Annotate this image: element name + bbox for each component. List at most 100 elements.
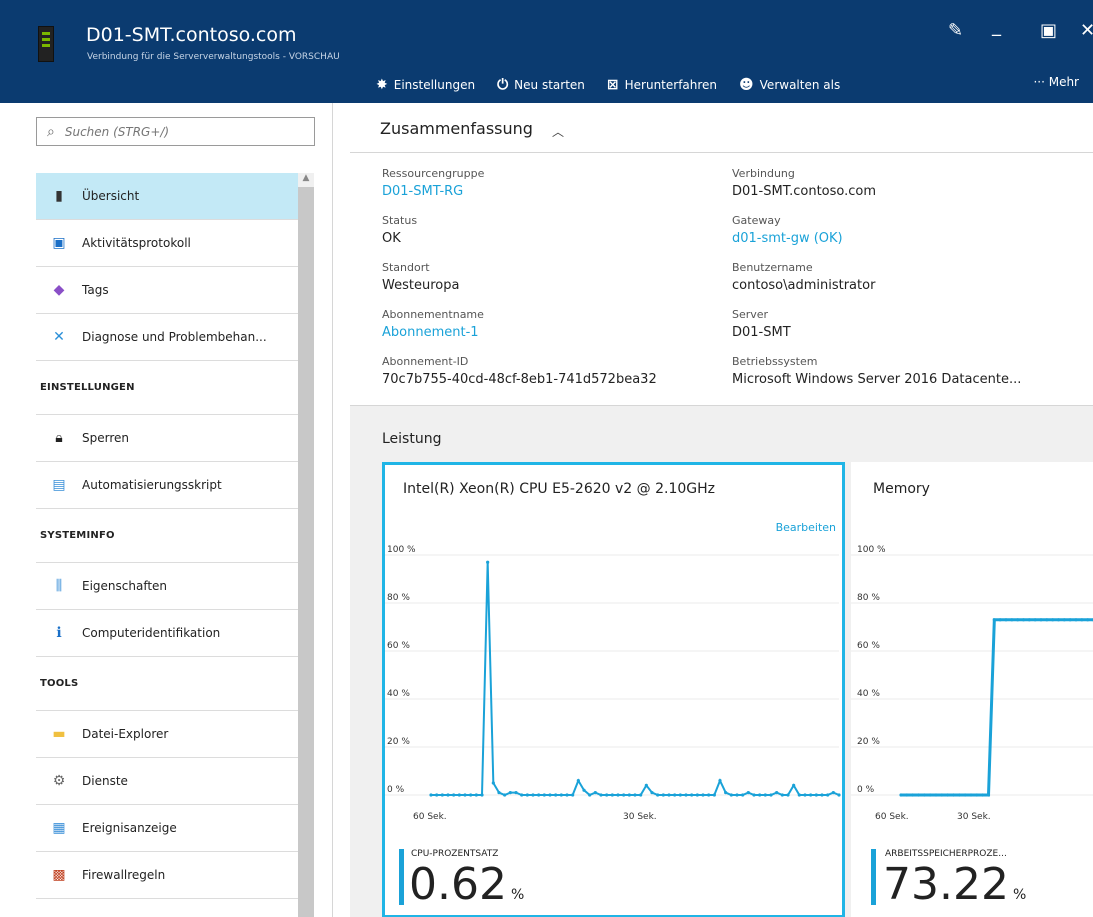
- sidebar-item-ereignisanzeige[interactable]: ▦ Ereignisanzeige: [36, 805, 314, 852]
- data-point: [820, 793, 824, 797]
- memory-tile[interactable]: Memory 100 % 80 % 60 % 40 % 20 % 0 % 60 Sek. 30…: [851, 462, 1093, 917]
- cpu-chart: 100 % 80 % 60 % 40 % 20 % 0 % 60 Sek. 30 Sek.: [385, 545, 841, 822]
- gear-icon: ✸: [376, 77, 388, 93]
- data-point: [582, 788, 586, 792]
- maximize-icon[interactable]: ▣: [1040, 20, 1057, 41]
- data-point: [718, 779, 722, 783]
- property-label: Gateway: [732, 214, 781, 227]
- data-point: [463, 793, 467, 797]
- sidebar-item-firewallregeln[interactable]: ▩ Firewallregeln: [36, 852, 314, 899]
- folder-icon: ▬: [52, 726, 66, 742]
- edit-link[interactable]: Bearbeiten: [776, 521, 836, 534]
- summary-header[interactable]: Zusammenfassung ︿: [350, 103, 1093, 153]
- property-value: D01-SMT.contoso.com: [732, 184, 877, 199]
- scroll-up-icon[interactable]: ▲: [298, 173, 314, 187]
- data-point: [446, 793, 450, 797]
- menu-scrollbar[interactable]: [298, 173, 314, 917]
- data-point: [735, 793, 739, 797]
- data-point: [667, 793, 671, 797]
- sidebar-item-label: Automatisierungsskript: [82, 478, 222, 492]
- sidebar-item-übersicht[interactable]: ▮ Übersicht: [36, 173, 314, 220]
- sidebar-item-label: Aktivitätsprotokoll: [82, 236, 191, 250]
- data-point: [542, 793, 546, 797]
- data-point: [981, 793, 985, 797]
- property-link[interactable]: d01-smt-gw (OK): [732, 231, 843, 246]
- data-point: [1016, 618, 1020, 622]
- main-content: Zusammenfassung ︿ Ressourcengruppe D01-SM…: [350, 103, 1093, 917]
- einstellungen-button[interactable]: ✸ Einstellungen: [376, 77, 475, 93]
- data-point: [695, 793, 699, 797]
- data-point: [928, 793, 932, 797]
- sidebar-item-label: Sperren: [82, 431, 129, 445]
- neu-starten-button[interactable]: ⏻ Neu starten: [497, 77, 585, 93]
- memory-chart: 100 % 80 % 60 % 40 % 20 % 0 % 60 Sek. 30 Sek.: [851, 545, 1093, 822]
- minimize-icon[interactable]: _: [992, 16, 1001, 37]
- property-link[interactable]: Abonnement-1: [382, 325, 479, 340]
- property-link[interactable]: D01-SMT-RG: [382, 184, 463, 199]
- search-input[interactable]: [64, 124, 295, 139]
- data-point: [911, 793, 915, 797]
- property-label: Benutzername: [732, 261, 813, 274]
- sidebar-item-label: Datei-Explorer: [82, 727, 169, 741]
- sidebar-item-diagnose-und-problembehan[interactable]: ✕ Diagnose und Problembehan...: [36, 314, 314, 361]
- data-point: [684, 793, 688, 797]
- y-tick-label: 60 %: [857, 641, 880, 651]
- data-point: [605, 793, 609, 797]
- data-point: [905, 793, 909, 797]
- data-point: [1039, 618, 1043, 622]
- data-point: [940, 793, 944, 797]
- chevron-up-icon[interactable]: ︿: [552, 123, 564, 140]
- data-point: [1045, 618, 1049, 622]
- cpu-tile-title: Intel(R) Xeon(R) CPU E5-2620 v2 @ 2.10GH…: [403, 481, 715, 497]
- sidebar-item-automatisierungsskript[interactable]: ▤ Automatisierungsskript: [36, 462, 314, 509]
- close-icon[interactable]: ✕: [1080, 20, 1093, 41]
- data-point: [1086, 618, 1090, 622]
- memory-metric-accent: [871, 849, 876, 905]
- y-tick-label: 40 %: [387, 689, 410, 699]
- verwalten-als-button[interactable]: ☻ Verwalten als: [739, 77, 840, 93]
- data-point: [1062, 618, 1066, 622]
- sidebar-item-label: Computeridentifikation: [82, 626, 221, 640]
- data-point: [922, 793, 926, 797]
- data-point: [758, 793, 762, 797]
- search-box[interactable]: ⌕: [36, 117, 315, 146]
- resource-menu: ⌕ ▮ Übersicht ▣ Aktivitätsprotokoll ◆ Tags ✕ Di…: [0, 103, 333, 917]
- section-header: SYSTEMINFO: [36, 509, 314, 563]
- sidebar-item-computeridentifikation[interactable]: ℹ Computeridentifikation: [36, 610, 314, 657]
- tools-icon: ✕: [53, 329, 65, 345]
- data-point: [1068, 618, 1072, 622]
- data-point: [707, 793, 711, 797]
- data-point: [616, 793, 620, 797]
- sidebar-item-dienste[interactable]: ⚙ Dienste: [36, 758, 314, 805]
- data-point: [497, 791, 501, 795]
- server-icon: ▮: [55, 188, 63, 204]
- property-value: D01-SMT: [732, 325, 791, 340]
- properties-icon: ⫼: [55, 578, 63, 594]
- data-point: [565, 793, 569, 797]
- data-point: [1056, 618, 1061, 622]
- sidebar-item-label: Ereignisanzeige: [82, 821, 177, 835]
- server-icon: [38, 26, 54, 62]
- property-label: Abonnement-ID: [382, 355, 469, 368]
- sidebar-item-tags[interactable]: ◆ Tags: [36, 267, 314, 314]
- data-point: [435, 793, 439, 797]
- toolbar-button-label: Herunterfahren: [624, 78, 718, 92]
- more-button[interactable]: ··· Mehr: [1033, 75, 1079, 89]
- herunterfahren-button[interactable]: ⊠ Herunterfahren: [607, 77, 717, 93]
- x-tick-label: 60 Sek.: [875, 812, 909, 822]
- data-point: [746, 791, 750, 795]
- data-point: [650, 791, 654, 795]
- sidebar-item-datei-explorer[interactable]: ▬ Datei-Explorer: [36, 711, 314, 758]
- data-point: [673, 793, 677, 797]
- cpu-tile[interactable]: Intel(R) Xeon(R) CPU E5-2620 v2 @ 2.10GH…: [382, 462, 845, 917]
- data-point: [503, 793, 507, 797]
- sidebar-item-eigenschaften[interactable]: ⫼ Eigenschaften: [36, 563, 314, 610]
- pin-icon[interactable]: ✎: [948, 20, 963, 41]
- x-tick-label: 60 Sek.: [413, 812, 447, 822]
- toolbar-button-label: Einstellungen: [393, 78, 476, 92]
- data-point: [969, 793, 973, 797]
- property-label: Ressourcengruppe: [382, 167, 485, 180]
- sidebar-item-sperren[interactable]: 🔒︎ Sperren: [36, 415, 314, 462]
- data-point: [627, 793, 631, 797]
- sidebar-item-aktivitätsprotokoll[interactable]: ▣ Aktivitätsprotokoll: [36, 220, 314, 267]
